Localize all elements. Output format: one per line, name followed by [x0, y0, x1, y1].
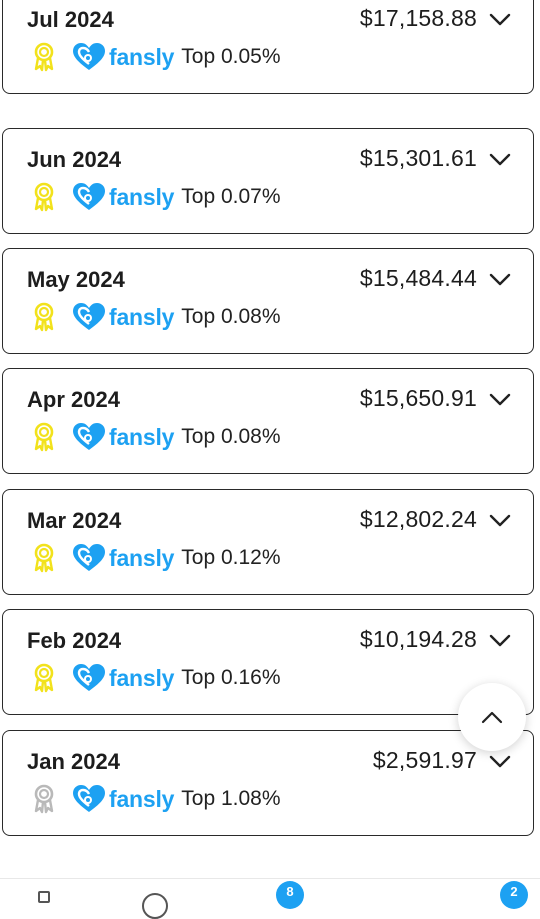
nav-search-icon[interactable]: [142, 893, 168, 919]
fansly-brand: fansly: [71, 543, 174, 573]
month-label: Mar 2024: [27, 508, 122, 533]
month-label: Jun 2024: [27, 147, 122, 172]
chevron-down-icon[interactable]: [489, 514, 511, 528]
earnings-amount: $17,158.88: [359, 5, 477, 31]
chevron-down-icon[interactable]: [489, 273, 511, 287]
fansly-brand: fansly: [71, 182, 174, 212]
earnings-amount: $10,194.28: [359, 626, 477, 652]
platform-rank-row: fansly Top 0.16%: [27, 662, 281, 694]
platform-rank-row: fansly Top 0.08%: [27, 301, 281, 333]
earnings-amount: $12,802.24: [359, 506, 477, 532]
platform-name: fansly: [109, 303, 175, 330]
platform-rank-row: fansly Top 1.08%: [27, 783, 281, 815]
rank-percentile: Top 0.08%: [181, 305, 281, 328]
award-ribbon-icon: [34, 543, 54, 573]
platform-rank-row: fansly Top 0.05%: [27, 41, 281, 73]
fansly-heart-icon: [73, 785, 105, 812]
chevron-down-icon[interactable]: [489, 755, 511, 769]
platform-name: fansly: [109, 423, 175, 450]
fansly-brand: fansly: [71, 784, 174, 814]
fansly-heart-icon: [73, 183, 105, 210]
earnings-card[interactable]: Jan 2024 $2,591.97 fansly Top 1.08%: [2, 730, 534, 836]
platform-rank-row: fansly Top 0.12%: [27, 542, 281, 574]
fansly-heart-icon: [73, 303, 105, 330]
fansly-heart-icon: [73, 43, 105, 70]
month-label: Jul 2024: [27, 7, 114, 32]
earnings-amount: $2,591.97: [372, 747, 477, 773]
chevron-up-icon: [481, 711, 503, 724]
chevron-down-icon[interactable]: [489, 153, 511, 167]
earnings-card[interactable]: Mar 2024 $12,802.24 fansly Top 0.12%: [2, 489, 534, 595]
nav-home-icon[interactable]: [38, 891, 50, 903]
award-ribbon-icon: [34, 42, 54, 72]
award-ribbon-icon: [34, 182, 54, 212]
fansly-brand: fansly: [71, 42, 174, 72]
award-ribbon-icon: [34, 784, 54, 814]
month-label: May 2024: [27, 267, 125, 292]
rank-percentile: Top 0.16%: [181, 666, 281, 689]
month-label: Jan 2024: [27, 749, 120, 774]
chevron-down-icon[interactable]: [489, 393, 511, 407]
platform-rank-row: fansly Top 0.07%: [27, 181, 281, 213]
earnings-card[interactable]: May 2024 $15,484.44 fansly Top 0.08%: [2, 248, 534, 354]
fansly-brand: fansly: [71, 422, 174, 452]
bottom-navigation: 8 2: [0, 878, 540, 919]
earnings-amount: $15,301.61: [359, 145, 477, 171]
earnings-card[interactable]: Apr 2024 $15,650.91 fansly Top 0.08%: [2, 368, 534, 474]
month-label: Apr 2024: [27, 387, 120, 412]
platform-name: fansly: [109, 43, 175, 70]
rank-percentile: Top 0.05%: [181, 45, 281, 68]
rank-percentile: Top 1.08%: [181, 787, 281, 810]
earnings-amount: $15,650.91: [359, 385, 477, 411]
platform-name: fansly: [109, 785, 175, 812]
message-badge[interactable]: 2: [500, 881, 528, 909]
chevron-down-icon[interactable]: [489, 13, 511, 27]
fansly-brand: fansly: [71, 302, 174, 332]
platform-rank-row: fansly Top 0.08%: [27, 421, 281, 453]
rank-percentile: Top 0.12%: [181, 546, 281, 569]
month-label: Feb 2024: [27, 628, 122, 653]
earnings-card[interactable]: Jun 2024 $15,301.61 fansly Top 0.07%: [2, 128, 534, 234]
platform-name: fansly: [109, 664, 175, 691]
fansly-heart-icon: [73, 664, 105, 691]
earnings-amount: $15,484.44: [359, 265, 477, 291]
earnings-card[interactable]: Feb 2024 $10,194.28 fansly Top 0.16%: [2, 609, 534, 715]
platform-name: fansly: [109, 544, 175, 571]
notification-badge[interactable]: 8: [276, 881, 304, 909]
award-ribbon-icon: [34, 663, 54, 693]
fansly-heart-icon: [73, 544, 105, 571]
platform-name: fansly: [109, 183, 175, 210]
rank-percentile: Top 0.08%: [181, 425, 281, 448]
award-ribbon-icon: [34, 422, 54, 452]
award-ribbon-icon: [34, 302, 54, 332]
fansly-brand: fansly: [71, 663, 174, 693]
earnings-card[interactable]: Jul 2024 $17,158.88 fansly Top 0.05%: [2, 0, 534, 94]
scroll-to-top-button[interactable]: [458, 683, 526, 751]
rank-percentile: Top 0.07%: [181, 185, 281, 208]
fansly-heart-icon: [73, 423, 105, 450]
chevron-down-icon[interactable]: [489, 634, 511, 648]
